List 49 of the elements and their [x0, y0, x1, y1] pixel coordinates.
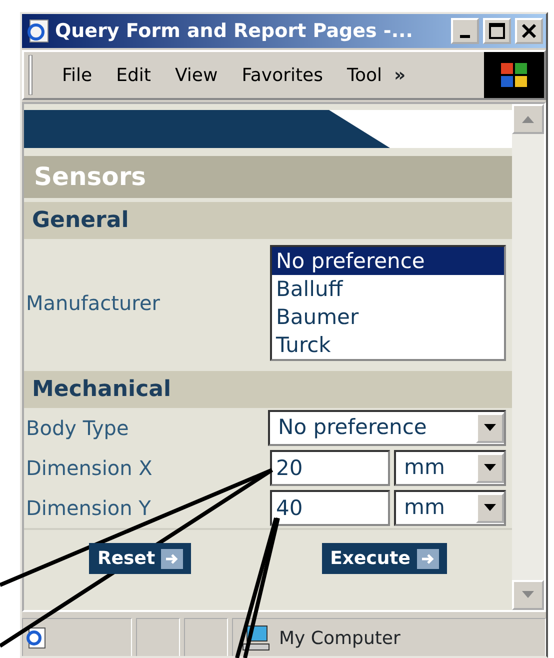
status-text: My Computer [279, 626, 400, 650]
unit-select[interactable]: mm [394, 490, 506, 526]
scroll-up-button[interactable] [512, 104, 544, 134]
field-label: Body Type [26, 414, 129, 442]
windows-logo-icon [499, 61, 529, 89]
input-field[interactable]: 20 [270, 450, 390, 486]
caret-icon [484, 424, 496, 432]
list-option[interactable]: Baumer [272, 302, 504, 330]
caret-icon [484, 504, 496, 512]
section-heading: Mechanical [24, 370, 512, 408]
minimize-button[interactable] [451, 18, 479, 44]
caret-icon [484, 464, 496, 472]
menu-item[interactable]: Edit [104, 62, 163, 88]
select-field[interactable]: No preference [268, 410, 506, 446]
minimize-icon [460, 34, 470, 38]
menu-item[interactable]: Favorites [230, 62, 336, 88]
section-heading: General [24, 202, 512, 238]
listbox[interactable]: No preference Balluff Baumer Turck [270, 244, 506, 360]
list-option[interactable]: No preference [272, 246, 504, 274]
maximize-button[interactable] [483, 18, 511, 44]
close-icon [521, 23, 537, 39]
list-option[interactable]: Balluff [272, 274, 504, 302]
close-button[interactable] [515, 18, 543, 44]
dropdown-button[interactable] [476, 492, 504, 522]
window-title: Query Form and Report Pages -... [55, 18, 413, 44]
dropdown-button[interactable] [476, 452, 504, 482]
unit-select[interactable]: mm [394, 450, 506, 486]
overflow-chevron[interactable]: » [394, 62, 406, 88]
list-option[interactable]: Turck [272, 330, 504, 358]
page-title: Sensors [24, 156, 512, 198]
down-arrow-icon [522, 591, 534, 599]
status-pane [184, 618, 228, 656]
toolbar-grip [28, 55, 34, 95]
status-pane [136, 618, 180, 656]
scroll-down-button[interactable] [512, 580, 544, 610]
maximize-icon [489, 23, 505, 39]
dropdown-button[interactable] [476, 412, 504, 442]
input-field[interactable]: 40 [270, 490, 390, 526]
menu-item[interactable]: Tool [335, 62, 394, 88]
browser-icon [25, 18, 51, 44]
up-arrow-icon [522, 115, 534, 123]
menu-item[interactable]: View [162, 62, 230, 88]
computer-icon [241, 624, 271, 652]
execute-button[interactable]: Execute [322, 543, 446, 574]
reset-button[interactable]: Reset [89, 543, 192, 574]
menu-item[interactable]: File [50, 62, 104, 88]
field-label: Dimension Y [26, 494, 151, 522]
field-label: Dimension X [26, 454, 152, 482]
field-label: Manufacturer [26, 290, 160, 316]
